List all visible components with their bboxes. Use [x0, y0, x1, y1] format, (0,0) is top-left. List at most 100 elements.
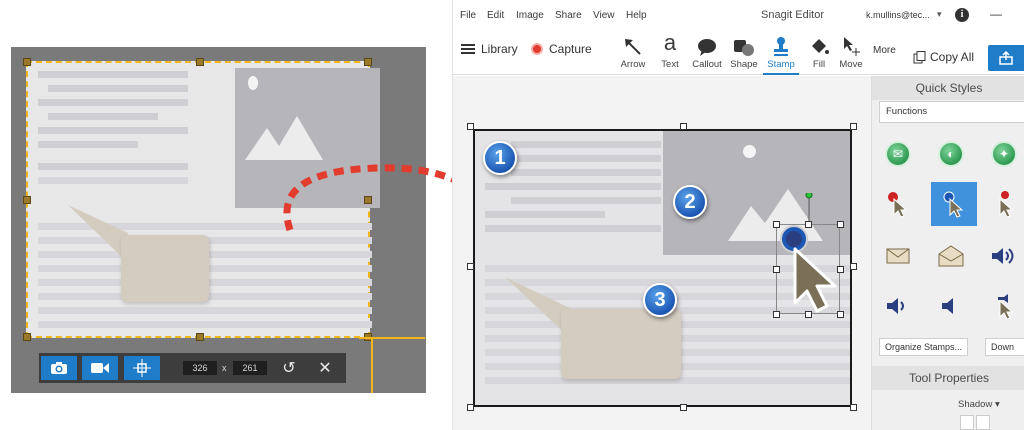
text-line [38, 99, 188, 106]
stamp-envelope[interactable] [878, 236, 918, 276]
resize-handle[interactable] [837, 221, 844, 228]
stamp-category-select[interactable]: Functions [879, 101, 1024, 123]
menu-help[interactable]: Help [626, 10, 647, 21]
text-line [511, 197, 661, 204]
text-a-icon: a [663, 30, 677, 55]
speaker-icon [887, 298, 904, 314]
tool-shape[interactable]: Shape [726, 30, 762, 75]
chevron-down-icon[interactable]: ▾ [937, 9, 942, 20]
more-tools-button[interactable]: More [873, 45, 896, 56]
main-toolbar: Library Capture Arrow a Text Callout Sha… [453, 30, 1024, 75]
canvas-resize-handle[interactable] [850, 404, 857, 411]
tool-fill[interactable]: Fill [801, 30, 837, 75]
close-icon: ✕ [318, 360, 332, 377]
width-readout[interactable]: 326 [183, 361, 217, 375]
shadow-label: Shadow [958, 399, 993, 410]
resize-handle[interactable] [805, 311, 812, 318]
capture-video-button[interactable] [82, 356, 118, 380]
selected-stamp[interactable] [773, 193, 844, 318]
stamp-speaker[interactable] [878, 286, 918, 326]
tool-move[interactable]: Move [833, 30, 869, 75]
tool-text[interactable]: a Text [652, 30, 688, 75]
shapes-icon [726, 30, 762, 56]
text-line [38, 321, 372, 328]
organize-stamps-button[interactable]: Organize Stamps... [879, 338, 969, 356]
menu-image[interactable]: Image [516, 10, 544, 21]
stamp-cursor-speaker[interactable] [984, 286, 1024, 326]
canvas-resize-handle[interactable] [467, 263, 474, 270]
move-selection-button[interactable] [124, 356, 160, 380]
resize-handle[interactable] [805, 221, 812, 228]
resize-handle[interactable] [23, 196, 31, 204]
library-button[interactable]: Library [461, 42, 518, 56]
download-stamps-button[interactable]: Down [985, 338, 1024, 356]
stamp-speaker-mute[interactable] [931, 286, 971, 326]
resize-handle[interactable] [773, 221, 780, 228]
canvas-resize-handle[interactable] [680, 404, 687, 411]
move-cursor-icon [833, 30, 869, 56]
record-dot-icon [531, 43, 543, 55]
stamp-mouse[interactable]: ◐ [931, 134, 971, 174]
minimize-button[interactable]: — [990, 7, 1002, 21]
resize-handle[interactable] [773, 311, 780, 318]
step-badge-3[interactable]: 3 [643, 283, 677, 317]
stamp-cursor-blue[interactable] [931, 182, 977, 226]
copy-all-button[interactable]: Copy All [913, 50, 974, 64]
menu-file[interactable]: File [460, 10, 476, 21]
tool-callout[interactable]: Callout [689, 30, 725, 75]
resize-handle[interactable] [773, 266, 780, 273]
user-account[interactable]: k.mullins@tec... [866, 10, 930, 20]
resize-handle[interactable] [23, 58, 31, 66]
editor-canvas[interactable]: 1 2 3 [453, 76, 871, 430]
canvas-resize-handle[interactable] [467, 404, 474, 411]
canvas-resize-handle[interactable] [850, 123, 857, 130]
speaker-sound-icon [992, 248, 1014, 264]
canvas-resize-handle[interactable] [680, 123, 687, 130]
resize-handle[interactable] [364, 58, 372, 66]
stamp-envelope-open[interactable] [931, 236, 971, 276]
canvas-resize-handle[interactable] [850, 263, 857, 270]
resize-handle[interactable] [837, 311, 844, 318]
menu-view[interactable]: View [593, 10, 615, 21]
tool-stamp[interactable]: Stamp [763, 30, 799, 75]
snagit-editor-window: File Edit Image Share View Help Snagit E… [452, 0, 1024, 430]
info-icon[interactable]: i [955, 8, 969, 22]
stamp-speaker-sound[interactable] [984, 236, 1024, 276]
resize-handle[interactable] [837, 266, 844, 273]
stamp-cursor-red[interactable] [878, 184, 918, 224]
shadow-dropdown[interactable]: Shadow ▾ [958, 399, 1000, 410]
stamp-lightbulb[interactable]: ✦ [984, 134, 1024, 174]
step-badge-2[interactable]: 2 [673, 185, 707, 219]
cursor-speaker-icon [998, 294, 1014, 319]
speaker-mute-icon [942, 298, 953, 314]
tool-arrow[interactable]: Arrow [615, 30, 651, 75]
mouse-icon: ◐ [938, 141, 964, 167]
arrow-icon [615, 30, 651, 56]
menu-share[interactable]: Share [555, 10, 582, 21]
resize-handle[interactable] [196, 58, 204, 66]
stamp-cursor-drag[interactable] [984, 184, 1024, 224]
height-readout[interactable]: 261 [233, 361, 267, 375]
text-line [38, 127, 188, 134]
text-line [38, 141, 138, 148]
crosshair-guide [371, 339, 373, 393]
share-button[interactable] [988, 45, 1024, 71]
menu-edit[interactable]: Edit [487, 10, 504, 21]
capture-button[interactable]: Capture [531, 42, 592, 56]
close-button[interactable]: ✕ [311, 356, 339, 380]
shadow-option[interactable] [960, 415, 974, 430]
stamp-email[interactable]: ✉ [878, 134, 918, 174]
camera-icon [51, 362, 67, 374]
canvas-resize-handle[interactable] [467, 123, 474, 130]
copy-icon [913, 50, 926, 63]
cursor-click-icon [943, 191, 964, 218]
text-line [38, 177, 188, 184]
captured-image[interactable]: 1 2 3 [473, 129, 852, 407]
capture-image-button[interactable] [41, 356, 77, 380]
resize-handle[interactable] [23, 333, 31, 341]
reset-button[interactable]: ↺ [275, 356, 303, 380]
shadow-option[interactable] [976, 415, 990, 430]
video-camera-icon [91, 363, 109, 373]
resize-handle[interactable] [196, 333, 204, 341]
step-badge-1[interactable]: 1 [483, 141, 517, 175]
